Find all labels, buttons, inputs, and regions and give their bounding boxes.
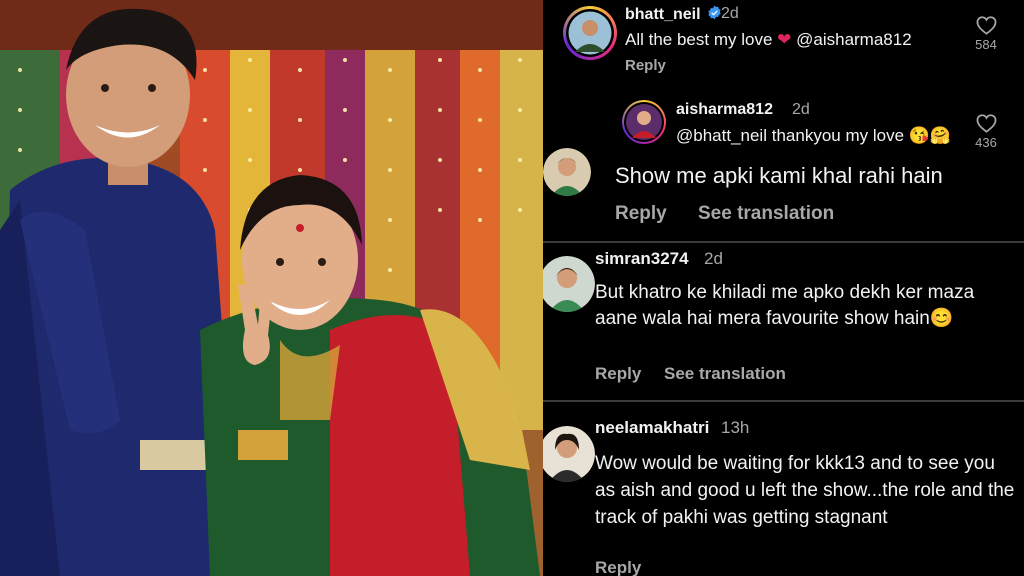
comment-text: All the best my love — [625, 30, 773, 49]
comment-text: Wow would be waiting for kkk13 and to se… — [595, 453, 1015, 528]
emoji: 😘🤗 — [908, 126, 952, 145]
divider — [543, 400, 1024, 402]
comment-time: 13h — [721, 418, 750, 437]
comments-panel[interactable]: bhatt_neil 2d All the best my love ❤ @ai… — [543, 0, 1024, 576]
post-photo — [0, 0, 543, 576]
comment-username[interactable]: aisharma812 — [676, 101, 773, 119]
verified-badge-icon — [707, 5, 722, 25]
mention-link[interactable]: @bhatt_neil — [676, 126, 767, 145]
like-count: 584 — [975, 37, 997, 52]
comment-username[interactable]: neelamakhatri — [595, 418, 709, 438]
like-button[interactable]: 436 — [970, 114, 1002, 150]
reply-button[interactable]: Reply — [615, 203, 667, 225]
see-translation-link[interactable]: See translation — [664, 364, 786, 384]
comment-time: 2d — [792, 101, 810, 118]
comment-text: Show me apki kami khal rahi hain — [615, 163, 943, 188]
avatar[interactable] — [543, 256, 595, 312]
comment-time: 2d — [704, 249, 723, 268]
emoji: 😊 — [929, 308, 954, 329]
avatar[interactable] — [543, 148, 591, 196]
reply-button[interactable]: Reply — [595, 364, 641, 384]
reply-button[interactable]: Reply — [625, 57, 666, 74]
couple-photo-illustration — [0, 0, 543, 576]
see-translation-link[interactable]: See translation — [698, 203, 834, 225]
heart-outline-icon — [976, 114, 996, 133]
avatar[interactable] — [622, 100, 666, 144]
comment-text: But khatro ke khiladi me apko dekh ker m… — [595, 282, 975, 329]
divider — [543, 241, 1024, 243]
heart-emoji: ❤ — [777, 30, 792, 49]
like-count: 436 — [975, 135, 997, 150]
like-button[interactable]: 584 — [970, 16, 1002, 52]
comment-text: thankyou my love — [771, 126, 905, 145]
avatar[interactable] — [563, 6, 617, 60]
comment-username[interactable]: bhatt_neil — [625, 6, 701, 23]
heart-outline-icon — [976, 16, 996, 35]
mention-link[interactable]: @aisharma812 — [796, 30, 912, 49]
reply-button[interactable]: Reply — [595, 558, 641, 576]
comment-username[interactable]: simran3274 — [595, 249, 689, 269]
avatar[interactable] — [543, 426, 595, 482]
comment-time: 2d — [721, 5, 739, 22]
